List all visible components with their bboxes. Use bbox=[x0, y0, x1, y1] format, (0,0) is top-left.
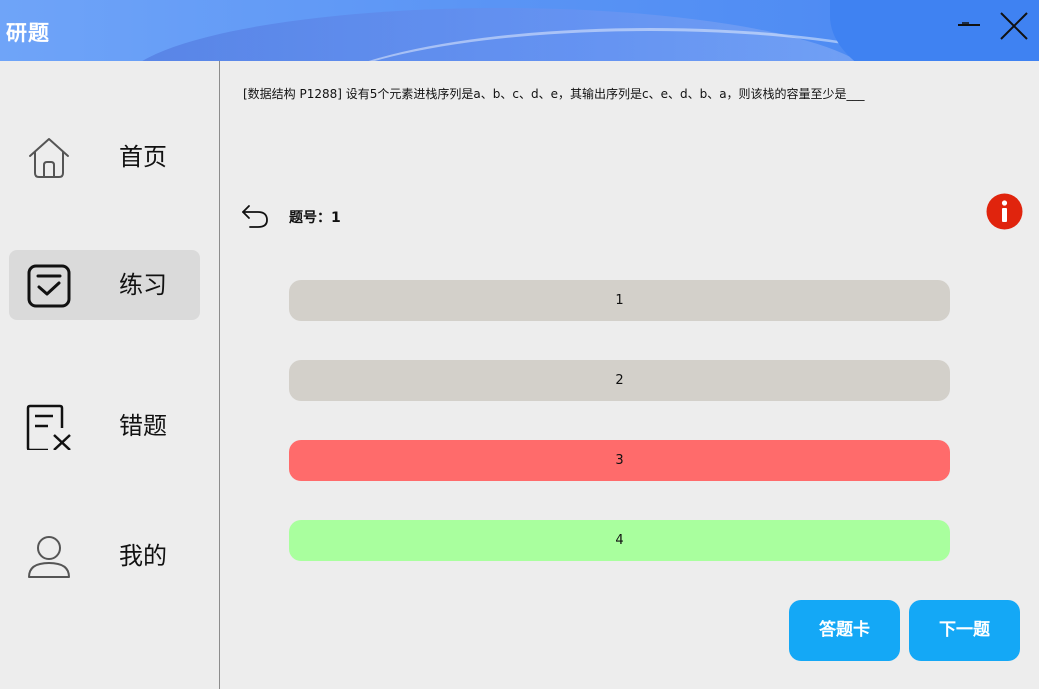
answer-card-button[interactable]: 答题卡 bbox=[789, 600, 900, 661]
sidebar-item-label: 我的 bbox=[119, 542, 167, 570]
checkbox-icon bbox=[27, 264, 71, 308]
user-icon bbox=[28, 536, 70, 578]
app-title: 研题 bbox=[6, 21, 50, 45]
info-icon bbox=[986, 193, 1023, 230]
sidebar-item-label: 练习 bbox=[119, 271, 167, 299]
home-icon bbox=[29, 138, 69, 178]
option-1[interactable]: 1 bbox=[289, 280, 950, 321]
option-4[interactable]: 4 bbox=[289, 520, 950, 561]
next-question-button[interactable]: 下一题 bbox=[909, 600, 1020, 661]
wrong-list-icon bbox=[26, 404, 71, 450]
sidebar-item-practice[interactable]: 练习 bbox=[9, 250, 200, 320]
sidebar-item-label: 错题 bbox=[119, 412, 167, 440]
back-button[interactable] bbox=[240, 202, 270, 230]
sidebar-item-label: 首页 bbox=[119, 143, 167, 171]
minimize-button[interactable] bbox=[955, 10, 983, 38]
title-bar: 研题 bbox=[0, 0, 1039, 61]
sidebar-item-wrong[interactable]: 错题 bbox=[9, 391, 200, 461]
question-number: 题号：1 bbox=[289, 210, 341, 226]
sidebar-item-home[interactable]: 首页 bbox=[9, 122, 200, 192]
sidebar-item-profile[interactable]: 我的 bbox=[9, 521, 200, 591]
question-text: [数据结构 P1288] 设有5个元素进栈序列是a、b、c、d、e，其输出序列是… bbox=[243, 87, 865, 101]
sidebar: 首页 练习 错题 我的 bbox=[0, 61, 220, 689]
close-icon bbox=[1000, 12, 1028, 40]
option-2[interactable]: 2 bbox=[289, 360, 950, 401]
minimize-icon bbox=[958, 22, 980, 26]
option-3[interactable]: 3 bbox=[289, 440, 950, 481]
back-arrow-icon bbox=[242, 205, 268, 228]
info-button[interactable] bbox=[986, 193, 1023, 230]
close-button[interactable] bbox=[997, 9, 1031, 43]
